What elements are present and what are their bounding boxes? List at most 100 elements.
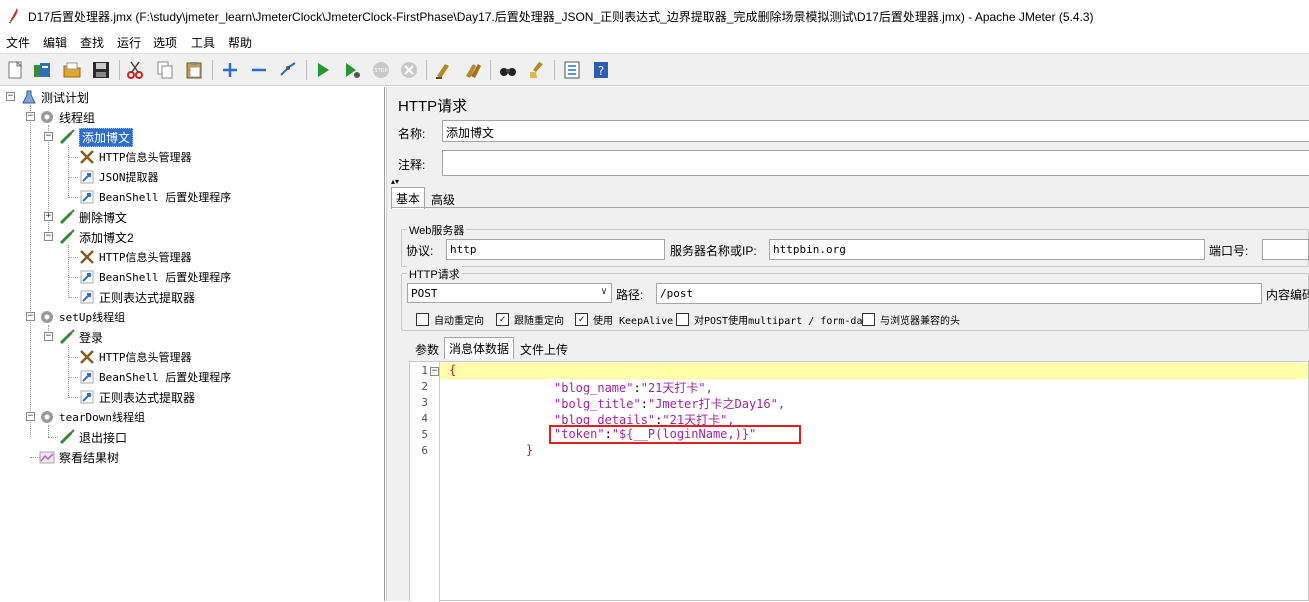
sampler-icon (58, 128, 76, 146)
collapse-icon[interactable] (248, 59, 270, 81)
tree-item-add-blog[interactable]: 添加博文 (58, 127, 134, 147)
menu-tools[interactable]: 工具 (191, 34, 215, 51)
protocol-field[interactable]: http (446, 239, 665, 260)
tree-item-delete-blog[interactable]: 删除博文 (58, 208, 127, 226)
line-number: 1 (421, 364, 428, 377)
tab-basic[interactable]: 基本 (391, 187, 426, 209)
web-server-title: Web服务器 (407, 222, 467, 238)
tree-item-beanshell[interactable]: BeanShell 后置处理程序 (78, 188, 231, 206)
tab-parameters[interactable]: 参数 (411, 339, 443, 360)
checkmark-icon: ✓ (575, 313, 588, 326)
tab-file-upload[interactable]: 文件上传 (516, 339, 572, 360)
listener-icon (38, 448, 56, 466)
body-data-editor[interactable]: 1 − 2 3 4 5 6 { "blog_name":"21天打卡", "bo… (409, 361, 1309, 602)
toolbar-separator (119, 60, 120, 80)
tree-connector (68, 145, 69, 198)
shutdown-icon[interactable] (398, 59, 420, 81)
expand-icon[interactable] (219, 59, 241, 81)
gear-icon (38, 108, 56, 126)
tree-connector (68, 177, 78, 178)
search-icon[interactable] (497, 59, 519, 81)
fold-toggle[interactable]: − (430, 367, 439, 376)
tree-connector (68, 197, 78, 198)
save-icon[interactable] (90, 59, 112, 81)
tree-item-header-manager[interactable]: HTTP信息头管理器 (78, 248, 192, 266)
copy-icon[interactable] (154, 59, 176, 81)
tree-item-test-plan[interactable]: 测试计划 (20, 88, 89, 106)
code-area[interactable]: { "blog_name":"21天打卡", "bolg_title":"Jme… (440, 362, 1308, 600)
collapse-toggle[interactable]: − (44, 132, 53, 141)
tree-connector (48, 437, 58, 438)
tree-item-regex-extractor[interactable]: 正则表达式提取器 (78, 388, 195, 406)
tree-item-results-tree[interactable]: 察看结果树 (38, 448, 119, 466)
comment-field[interactable] (442, 150, 1309, 176)
help-icon[interactable]: ? (590, 59, 612, 81)
name-field[interactable]: 添加博文 (442, 120, 1309, 142)
tree-item-header-manager[interactable]: HTTP信息头管理器 (78, 348, 192, 366)
open-icon[interactable] (61, 59, 83, 81)
tree-item-thread-group[interactable]: 线程组 (38, 108, 95, 126)
path-field[interactable]: /post (656, 283, 1262, 304)
code-line: } (526, 443, 534, 457)
test-plan-tree: − − − + − − − − 测试计划 线程组 添加博文 HTTP信息头管理器… (0, 87, 385, 601)
page-title: HTTP请求 (398, 98, 468, 115)
tree-connector (68, 157, 78, 158)
start-icon[interactable] (312, 59, 334, 81)
menu-options[interactable]: 选项 (153, 34, 177, 51)
tree-item-regex-extractor[interactable]: 正则表达式提取器 (78, 288, 195, 306)
tree-item-add-blog-2[interactable]: 添加博文2 (58, 228, 134, 246)
menu-help[interactable]: 帮助 (228, 34, 252, 51)
toolbar-separator (554, 60, 555, 80)
tree-item-teardown-thread-group[interactable]: tearDown线程组 (38, 408, 145, 426)
server-field[interactable]: httpbin.org (769, 239, 1205, 260)
post-processor-icon (78, 288, 96, 306)
tree-connector (68, 277, 78, 278)
path-label: 路径: (616, 288, 644, 302)
tree-item-logout[interactable]: 退出接口 (58, 428, 127, 446)
tree-item-beanshell[interactable]: BeanShell 后置处理程序 (78, 268, 231, 286)
templates-icon[interactable] (31, 59, 53, 81)
protocol-label: 协议: (406, 244, 434, 258)
menu-run[interactable]: 运行 (117, 34, 141, 51)
menu-search[interactable]: 查找 (80, 34, 104, 51)
tab-body-data[interactable]: 消息体数据 (444, 337, 515, 359)
auto-redirect-checkbox[interactable]: 自动重定向 (416, 312, 484, 327)
method-select[interactable]: POST ∨ (407, 283, 612, 303)
tree-item-setup-thread-group[interactable]: setUp线程组 (38, 308, 125, 326)
collapse-toggle[interactable]: − (6, 92, 15, 101)
collapse-toggle[interactable]: − (26, 112, 35, 121)
collapse-toggle[interactable]: − (44, 332, 53, 341)
expand-toggle[interactable]: + (44, 212, 53, 221)
title-bar: D17后置处理器.jmx (F:\study\jmeter_learn\Jmet… (0, 0, 1309, 30)
tree-item-login[interactable]: 登录 (58, 328, 103, 346)
tree-item-header-manager[interactable]: HTTP信息头管理器 (78, 148, 192, 166)
collapse-toggle[interactable]: − (26, 412, 35, 421)
cut-icon[interactable] (124, 59, 146, 81)
tab-divider (391, 207, 1309, 208)
collapse-toggle[interactable]: − (26, 312, 35, 321)
paste-icon[interactable] (183, 59, 205, 81)
new-icon[interactable] (4, 59, 26, 81)
clear-all-icon[interactable] (462, 59, 484, 81)
multipart-checkbox[interactable]: 对POST使用multipart / form-data (676, 312, 875, 327)
collapse-toggle[interactable]: − (44, 232, 53, 241)
toggle-icon[interactable] (277, 59, 299, 81)
post-processor-icon (78, 368, 96, 386)
splitter-arrows-icon[interactable]: ▴▾ (391, 177, 399, 186)
tree-item-json-extractor[interactable]: JSON提取器 (78, 168, 159, 186)
port-field[interactable] (1262, 239, 1309, 260)
start-no-pause-icon[interactable] (341, 59, 363, 81)
menu-edit[interactable]: 编辑 (43, 34, 67, 51)
tree-item-beanshell[interactable]: BeanShell 后置处理程序 (78, 368, 231, 386)
stop-icon[interactable]: STOP (370, 59, 392, 81)
keepalive-checkbox[interactable]: ✓ 使用 KeepAlive (575, 312, 673, 327)
line-number: 2 (421, 380, 428, 393)
checkmark-icon: ✓ (496, 313, 509, 326)
tree-connector (68, 245, 69, 298)
menu-file[interactable]: 文件 (6, 34, 30, 51)
clear-icon[interactable] (432, 59, 454, 81)
browser-headers-checkbox[interactable]: 与浏览器兼容的头 (862, 312, 960, 327)
function-helper-icon[interactable] (561, 59, 583, 81)
follow-redirect-checkbox[interactable]: ✓ 跟随重定向 (496, 312, 564, 327)
reset-search-icon[interactable] (526, 59, 548, 81)
